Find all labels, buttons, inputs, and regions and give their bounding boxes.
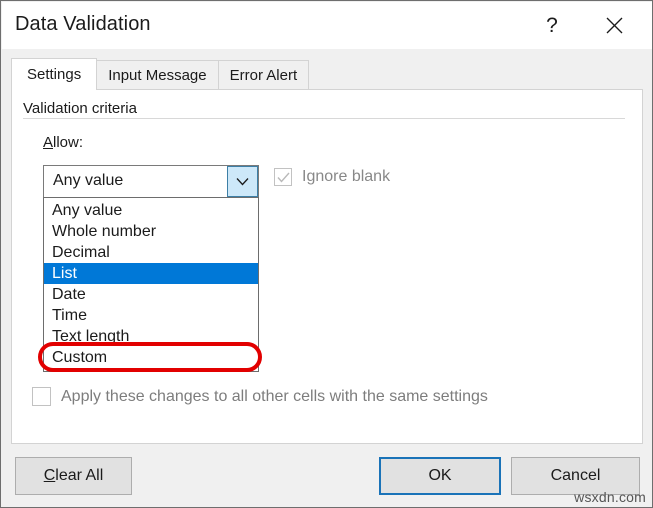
checkbox-box bbox=[274, 168, 292, 186]
checkbox-box bbox=[32, 387, 51, 406]
chevron-down-icon bbox=[236, 177, 249, 186]
list-item-label: Any value bbox=[52, 202, 123, 219]
close-icon bbox=[605, 16, 624, 35]
list-item[interactable]: Whole number bbox=[44, 221, 258, 242]
validation-criteria-group-rule bbox=[23, 118, 625, 119]
watermark: wsxdn.com bbox=[574, 489, 646, 505]
ignore-blank-label: Ignore blank bbox=[302, 168, 391, 185]
list-item[interactable]: Time bbox=[44, 305, 258, 326]
tab-strip: Settings Input Message Error Alert bbox=[11, 58, 310, 90]
allow-combobox-value: Any value bbox=[53, 172, 124, 189]
list-item[interactable]: Custom bbox=[44, 347, 258, 368]
list-item-label: List bbox=[52, 265, 77, 282]
clear-all-button[interactable]: Clear All bbox=[15, 457, 132, 495]
clear-all-label: Clear All bbox=[44, 467, 104, 485]
tab-input-message-label: Input Message bbox=[108, 67, 207, 84]
page-title: Data Validation bbox=[15, 13, 151, 35]
help-button[interactable]: ? bbox=[529, 2, 575, 49]
allow-combobox-dropdown-button[interactable] bbox=[227, 166, 258, 197]
allow-label-rest: llow: bbox=[53, 134, 84, 151]
allow-label-accel: A bbox=[43, 134, 54, 151]
list-item[interactable]: Date bbox=[44, 284, 258, 305]
validation-criteria-label: Validation criteria bbox=[23, 100, 144, 117]
tab-error-alert-label: Error Alert bbox=[229, 67, 298, 84]
clear-all-rest: lear All bbox=[55, 467, 104, 484]
list-item-label: Custom bbox=[52, 349, 108, 366]
list-item[interactable]: Text length bbox=[44, 326, 258, 347]
list-item-list-selected[interactable]: List bbox=[44, 263, 258, 284]
tab-error-alert[interactable]: Error Alert bbox=[217, 60, 310, 90]
list-item-label: Decimal bbox=[52, 244, 110, 261]
close-button[interactable] bbox=[591, 2, 637, 49]
tab-settings[interactable]: Settings bbox=[11, 58, 98, 90]
allow-label: Allow: bbox=[43, 134, 83, 151]
allow-dropdown-list[interactable]: Any value Whole number Decimal List Date… bbox=[43, 197, 259, 372]
list-item-label: Text length bbox=[52, 328, 130, 345]
clear-all-accel: C bbox=[43, 467, 56, 484]
allow-combobox[interactable]: Any value bbox=[43, 165, 259, 198]
list-item[interactable]: Any value bbox=[44, 200, 258, 221]
list-item-label: Time bbox=[52, 307, 87, 324]
data-validation-dialog: Data Validation ? Settings Input Message… bbox=[0, 0, 653, 508]
cancel-button-label: Cancel bbox=[550, 467, 601, 484]
apply-to-all-cells-checkbox[interactable]: Apply these changes to all other cells w… bbox=[32, 387, 488, 406]
checkmark-icon bbox=[276, 172, 290, 183]
list-item-label: Date bbox=[52, 286, 86, 303]
tab-input-message[interactable]: Input Message bbox=[96, 60, 219, 90]
apply-to-all-cells-label: Apply these changes to all other cells w… bbox=[61, 387, 488, 405]
ignore-blank-checkbox[interactable]: Ignore blank bbox=[274, 168, 390, 186]
ok-button-label: OK bbox=[428, 467, 452, 484]
settings-tab-panel: Validation criteria Allow: Any value Any… bbox=[11, 89, 643, 444]
title-bar: Data Validation ? bbox=[2, 2, 652, 49]
list-item[interactable]: Decimal bbox=[44, 242, 258, 263]
tab-settings-label: Settings bbox=[27, 66, 82, 83]
question-mark-icon: ? bbox=[546, 13, 558, 37]
list-item-label: Whole number bbox=[52, 223, 157, 240]
ok-button[interactable]: OK bbox=[379, 457, 501, 495]
